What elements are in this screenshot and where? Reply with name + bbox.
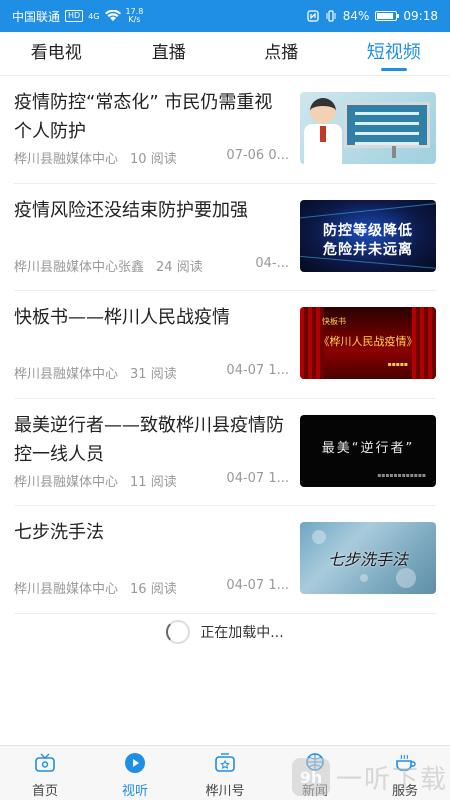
item-title[interactable]: 快板书——桦川人民战疫情 — [14, 303, 289, 332]
list-item[interactable]: 疫情风险还没结束防护要加强 桦川县融媒体中心张鑫 24 阅读 04-... 防控… — [14, 184, 436, 291]
tab-short-video[interactable]: 短视频 — [338, 32, 450, 75]
list-item[interactable]: 七步洗手法 桦川县融媒体中心 16 阅读 04-07 1... 七步洗手法 — [14, 506, 436, 614]
list-item[interactable]: 疫情防控“常态化” 市民仍需重视个人防护 桦川县融媒体中心 10 阅读 07-0… — [14, 76, 436, 184]
item-date: 04-... — [255, 255, 289, 271]
watermark-text: 一听下载 — [335, 764, 448, 795]
vibrate-icon — [326, 10, 336, 22]
bubble — [312, 530, 326, 544]
home-tv-icon — [33, 752, 57, 774]
battery-level — [377, 13, 393, 19]
status-left: 中国联通 HD 4G 17.8 K/s — [12, 8, 143, 25]
wifi-icon — [104, 10, 121, 21]
top-tab-bar: 看电视 直播 点播 短视频 — [0, 32, 450, 76]
item-date: 07-06 0... — [226, 148, 289, 163]
thumbnail-text-line-2: 危险并未远离 — [323, 241, 413, 258]
item-read-count: 31 阅读 — [130, 367, 177, 382]
battery-icon — [375, 11, 400, 21]
item-read-count: 24 阅读 — [156, 259, 203, 275]
item-read-count: 16 阅读 — [130, 582, 177, 597]
tab-watch-tv[interactable]: 看电视 — [0, 32, 113, 75]
light-beam — [300, 201, 436, 219]
item-meta: 桦川县融媒体中心张鑫 24 阅读 04-... — [14, 256, 289, 275]
item-meta: 桦川县融媒体中心 11 阅读 04-07 1... — [14, 471, 289, 490]
list-item[interactable]: 最美逆行者——致敬桦川县疫情防控一线人员 桦川县融媒体中心 11 阅读 04-0… — [14, 399, 436, 506]
nfc-icon — [307, 10, 319, 22]
network-type: 4G — [88, 11, 100, 21]
tab-on-demand[interactable]: 点播 — [225, 32, 338, 75]
item-source: 桦川县融媒体中心 — [14, 152, 119, 167]
item-title[interactable]: 七步洗手法 — [14, 518, 289, 547]
speed-unit: K/s — [128, 15, 141, 24]
thumbnail-footnote: ▪▪▪▪▪ — [387, 361, 408, 368]
watermark-logo: 9h — [291, 758, 330, 796]
status-bar: 中国联通 HD 4G 17.8 K/s 84% 09:18 — [0, 0, 450, 32]
item-meta: 桦川县融媒体中心 10 阅读 07-06 0... — [14, 148, 289, 167]
loading-indicator: 正在加载中... — [0, 614, 450, 650]
video-thumbnail[interactable]: 快板书 《桦川人民战疫情》 ▪▪▪▪▪ — [300, 307, 436, 379]
thumbnail-title: 七步洗手法 — [327, 550, 408, 569]
loading-text: 正在加载中... — [200, 625, 284, 641]
item-date: 04-07 1... — [226, 470, 289, 486]
item-meta: 桦川县融媒体中心 16 阅读 04-07 1... — [14, 578, 289, 597]
battery-percent: 84% — [342, 9, 370, 23]
nav-item-home[interactable]: 首页 — [0, 746, 90, 800]
item-title[interactable]: 疫情防控“常态化” 市民仍需重视个人防护 — [14, 88, 289, 146]
bubble — [396, 568, 416, 588]
status-right: 84% 09:18 — [307, 9, 438, 23]
item-read-count: 11 阅读 — [130, 474, 177, 490]
bubble — [360, 574, 368, 582]
thumbnail-tag: 快板书 — [322, 317, 346, 326]
item-title[interactable]: 疫情风险还没结束防护要加强 — [14, 196, 289, 225]
video-thumbnail[interactable]: 最美“逆行者” ▪▪▪▪▪▪▪▪▪▪▪▪ — [300, 414, 436, 487]
play-icon — [123, 752, 147, 774]
thumbnail-text-line-1: 防控等级降低 — [323, 222, 413, 239]
network-speed: 17.8 K/s — [126, 8, 144, 24]
item-date: 04-07 1... — [226, 578, 289, 593]
item-source: 桦川县融媒体中心 — [14, 474, 119, 490]
tab-live[interactable]: 直播 — [113, 32, 226, 75]
carrier-name: 中国联通 — [12, 9, 61, 24]
nav-item-huachuan-account[interactable]: 桦川号 — [180, 746, 270, 800]
hd-badge: HD — [65, 10, 84, 22]
item-title[interactable]: 最美逆行者——致敬桦川县疫情防控一线人员 — [14, 411, 289, 469]
nav-label: 桦川号 — [205, 784, 245, 799]
board-stand — [392, 146, 396, 158]
item-source: 桦川县融媒体中心 — [14, 582, 119, 597]
item-date: 04-07 1... — [226, 363, 289, 378]
nav-label: 首页 — [31, 784, 58, 799]
item-meta: 桦川县融媒体中心 31 阅读 04-07 1... — [14, 363, 289, 382]
item-source: 桦川县融媒体中心张鑫 — [14, 259, 145, 275]
video-thumbnail[interactable] — [300, 92, 436, 164]
blackboard-graphic — [344, 102, 430, 148]
doctor-head — [310, 98, 336, 124]
thumbnail-title: 《桦川人民战疫情》 — [318, 335, 418, 348]
clock: 09:18 — [403, 9, 438, 23]
video-feed: 疫情防控“常态化” 市民仍需重视个人防护 桦川县融媒体中心 10 阅读 07-0… — [0, 76, 450, 614]
nav-item-audio-video[interactable]: 视听 — [90, 746, 180, 800]
doctor-tie — [320, 126, 326, 142]
thumbnail-title: 最美“逆行者” — [321, 440, 415, 456]
nav-label: 视听 — [121, 784, 148, 799]
account-icon — [213, 752, 237, 774]
video-thumbnail[interactable]: 防控等级降低 危险并未远离 — [300, 199, 436, 272]
watermark: 9h 一听下载 — [291, 758, 448, 796]
thumbnail-subtitle: ▪▪▪▪▪▪▪▪▪▪▪▪ — [377, 471, 426, 479]
list-item[interactable]: 快板书——桦川人民战疫情 桦川县融媒体中心 31 阅读 04-07 1... 快… — [14, 291, 436, 399]
item-read-count: 10 阅读 — [130, 152, 177, 167]
video-thumbnail[interactable]: 七步洗手法 — [300, 522, 436, 594]
spinner-icon — [166, 620, 191, 644]
item-source: 桦川县融媒体中心 — [14, 367, 119, 382]
